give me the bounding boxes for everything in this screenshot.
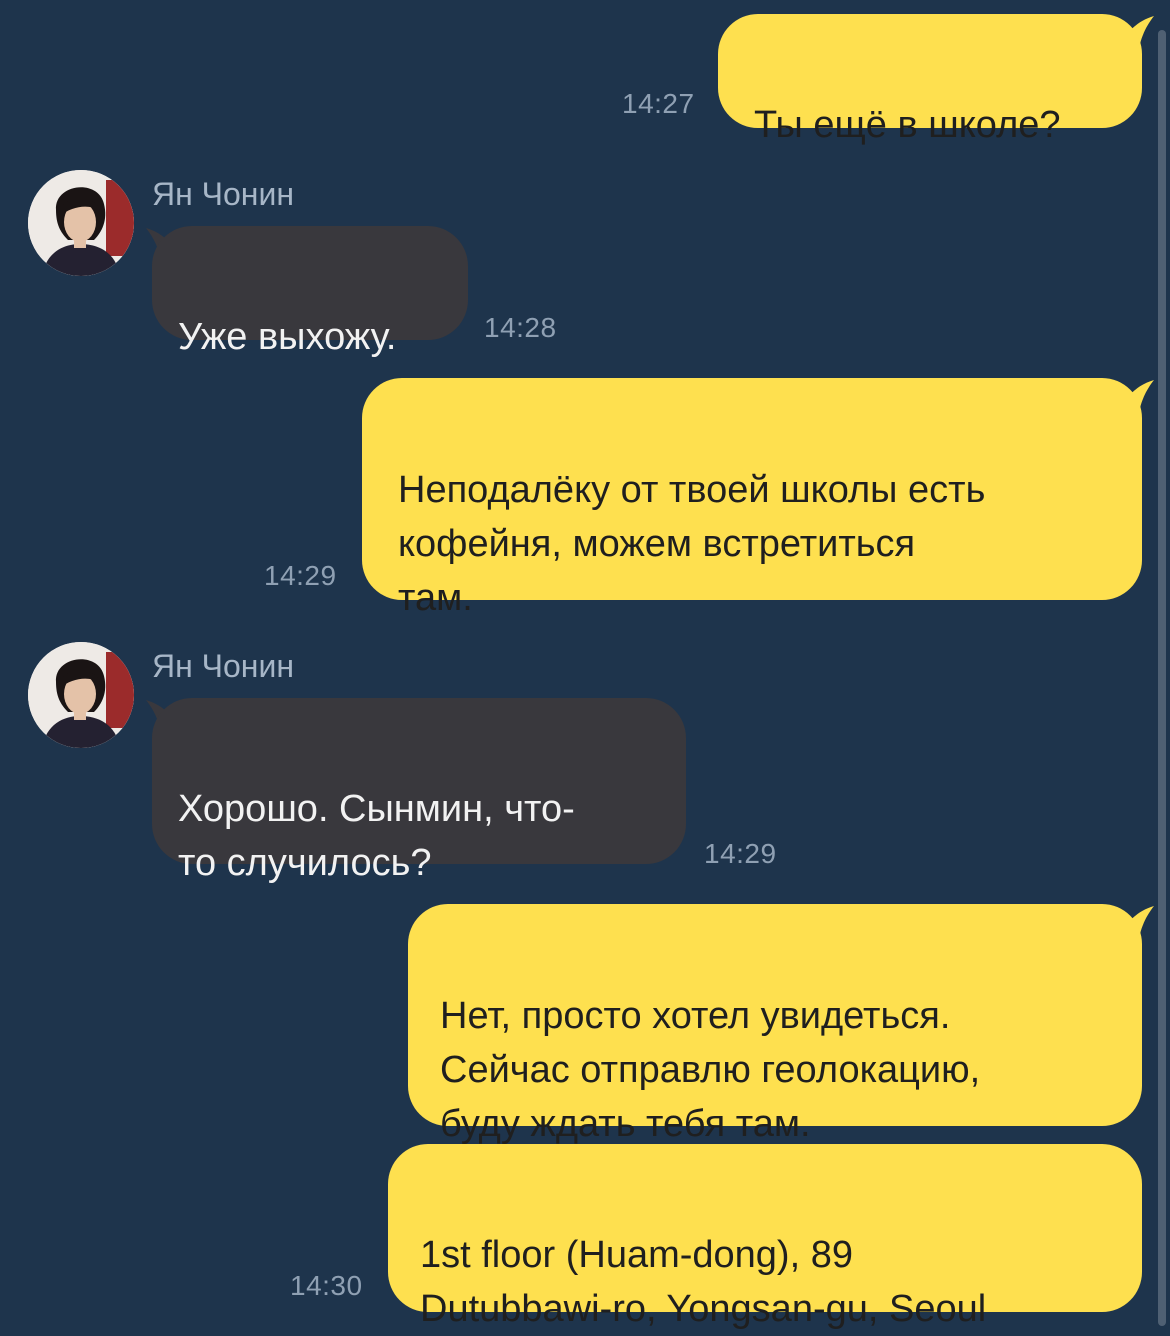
message-time: 14:27	[622, 88, 695, 119]
message-time: 14:29	[704, 838, 777, 869]
message-bubble-out[interactable]: Неподалёку от твоей школы есть кофейня, …	[362, 378, 1142, 619]
sender-name: Ян Чонин	[152, 648, 295, 684]
message-text: Ты ещё в школе?	[754, 104, 1061, 146]
message-text: Хорошо. Сынмин, что- то случилось?	[178, 788, 575, 884]
message-bubble-in[interactable]: Хорошо. Сынмин, что- то случилось?	[152, 698, 686, 884]
sender-name: Ян Чонин	[152, 176, 295, 212]
message-time: 14:29	[264, 560, 337, 591]
location-message-bubble[interactable]: 1st floor (Huam-dong), 89 Dutubbawi-ro, …	[388, 1144, 1142, 1330]
message-bubble-out[interactable]: Нет, просто хотел увидеться. Сейчас отпр…	[408, 904, 1142, 1145]
message-time: 14:28	[484, 312, 557, 343]
contact-avatar[interactable]	[28, 170, 134, 276]
chat-scrollbar[interactable]	[1158, 30, 1166, 1326]
message-text: Уже выхожу.	[178, 316, 397, 358]
location-address-text: 1st floor (Huam-dong), 89 Dutubbawi-ro, …	[420, 1234, 987, 1330]
message-text: Нет, просто хотел увидеться. Сейчас отпр…	[440, 995, 981, 1145]
message-bubble-out[interactable]: Ты ещё в школе?	[718, 14, 1142, 146]
message-text: Неподалёку от твоей школы есть кофейня, …	[398, 469, 986, 619]
avatar-photo-icon	[28, 170, 134, 276]
message-time: 14:30	[290, 1270, 363, 1301]
message-bubble-in[interactable]: Уже выхожу.	[152, 226, 468, 358]
avatar-photo-icon	[28, 642, 134, 748]
contact-avatar[interactable]	[28, 642, 134, 748]
